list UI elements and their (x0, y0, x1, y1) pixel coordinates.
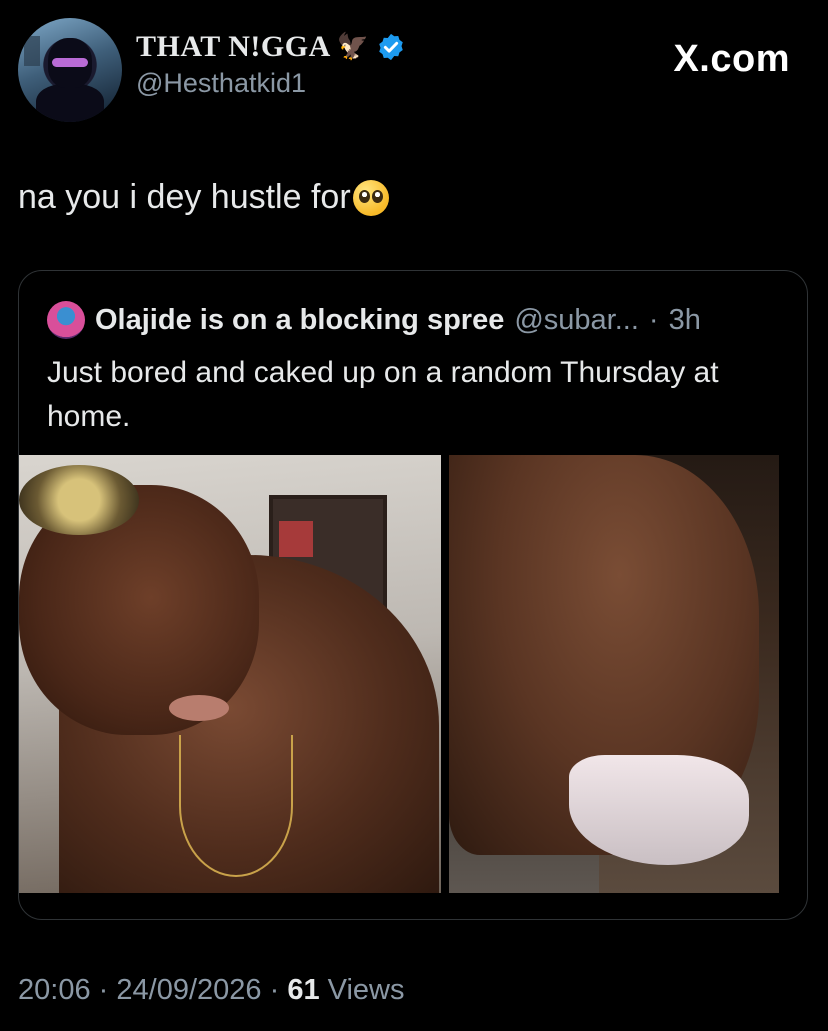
author-names: THAT N!GGA 🦅 @Hesthatkid1 (136, 30, 406, 99)
quoted-photo-selfie[interactable] (19, 455, 441, 893)
quoted-photo-back[interactable] (449, 455, 779, 893)
brand-logo: X.com (673, 38, 790, 80)
quoted-author-handle[interactable]: @subar... (514, 304, 639, 337)
author-handle[interactable]: @Hesthatkid1 (136, 68, 406, 99)
tweet-metadata: 20:06 · 24/09/2026 · 61 Views (18, 974, 405, 1007)
pleading-face-icon (352, 179, 389, 216)
author-display-name[interactable]: THAT N!GGA (136, 30, 331, 64)
tweet-header: THAT N!GGA 🦅 @Hesthatkid1 X.com (18, 18, 810, 122)
meta-separator: · (269, 974, 280, 1006)
views-label: Views (327, 974, 405, 1006)
tweet-time[interactable]: 20:06 (18, 974, 91, 1006)
author-avatar[interactable] (18, 18, 122, 122)
quoted-author-avatar[interactable] (47, 301, 85, 339)
quoted-author-name[interactable]: Olajide is on a blocking spree (95, 304, 504, 337)
views-count[interactable]: 61 (287, 974, 319, 1006)
quoted-tweet-text: Just bored and caked up on a random Thur… (47, 356, 719, 433)
tweet-text: na you i dey hustle for (18, 178, 389, 217)
author-display-name-row[interactable]: THAT N!GGA 🦅 (136, 30, 406, 64)
tweet-body: na you i dey hustle for (18, 178, 351, 216)
meta-separator: · (648, 303, 659, 336)
eagle-icon: 🦅 (336, 32, 370, 61)
tweet-date[interactable]: 24/09/2026 (116, 974, 261, 1006)
avatar-body (36, 84, 104, 122)
quoted-tweet-card[interactable]: Olajide is on a blocking spree @subar...… (18, 270, 808, 920)
quoted-timestamp[interactable]: 3h (669, 304, 701, 337)
avatar-glasses (52, 58, 88, 67)
verified-badge-icon (378, 33, 403, 61)
avatar-background-detail (24, 36, 40, 66)
meta-separator: · (98, 974, 109, 1006)
quoted-tweet-header: Olajide is on a blocking spree @subar...… (47, 301, 701, 339)
